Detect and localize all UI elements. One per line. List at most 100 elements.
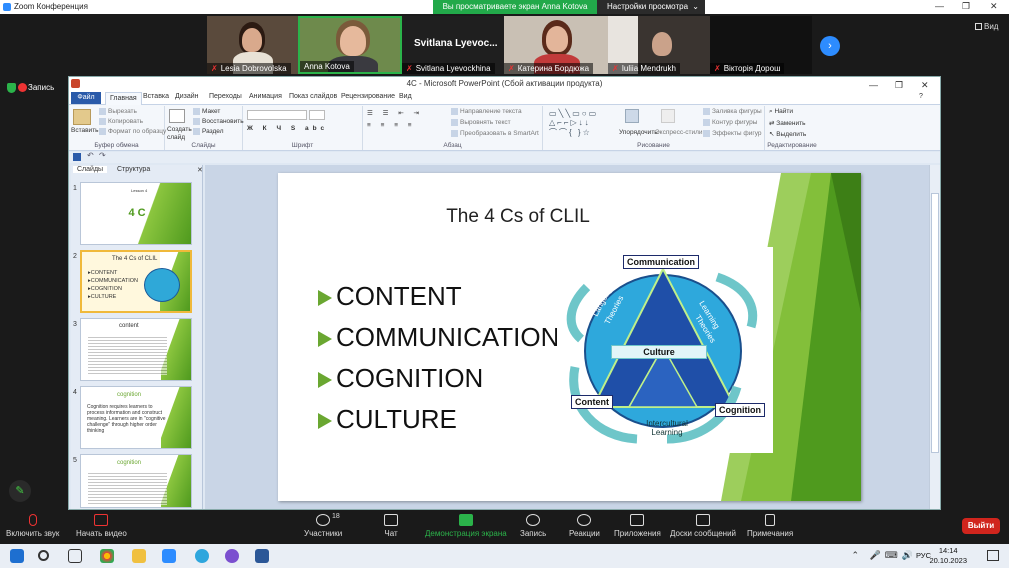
tab-transitions[interactable]: Переходы — [209, 93, 242, 100]
recording-label: Запись — [28, 83, 55, 92]
tab-design[interactable]: Дизайн — [175, 93, 199, 100]
shield-icon[interactable] — [7, 83, 16, 93]
slide-thumbnail[interactable]: Lesson 4 4 C — [80, 182, 192, 245]
list-buttons[interactable]: ☰ ☰ ⇤ ⇥ — [367, 109, 423, 117]
layout-button[interactable]: Макет — [193, 108, 220, 115]
minimize-icon[interactable]: — — [935, 1, 944, 11]
word-icon[interactable] — [255, 549, 269, 563]
zoom-taskbar-icon[interactable] — [162, 549, 176, 563]
copy-button[interactable]: Копировать — [99, 118, 143, 125]
slide-thumbnail[interactable]: cognition — [80, 454, 192, 508]
tab-review[interactable]: Рецензирование — [341, 93, 395, 100]
scroll-thumb[interactable] — [931, 193, 939, 453]
outline-icon — [703, 119, 710, 126]
undo-icon[interactable]: ↶ — [87, 151, 94, 160]
notifications-icon[interactable] — [987, 550, 999, 561]
slide-thumbnail-selected[interactable]: The 4 Cs of CLIL ▸CONTENT ▸COMMUNICATION… — [80, 250, 192, 313]
smartart-button[interactable]: Преобразовать в SmartArt — [451, 130, 539, 137]
help-icon[interactable]: ? — [919, 93, 923, 100]
tab-view[interactable]: Вид — [399, 93, 412, 100]
participant-tile[interactable]: ✗ Катерина Бордюжа — [504, 16, 608, 74]
replace-button[interactable]: ⇄ Заменить — [769, 119, 805, 127]
tab-outline[interactable]: Структура — [113, 166, 154, 173]
annotate-button[interactable]: ✎ — [9, 480, 31, 502]
shapes-gallery[interactable]: ▭╲╲▭○▭ △⌐⌐▷↓↓ ⌒⌒{ }☆ — [549, 109, 598, 138]
redo-icon[interactable]: ↷ — [99, 151, 106, 160]
record-button[interactable]: Запись — [520, 514, 546, 538]
tab-home[interactable]: Главная — [105, 92, 142, 105]
format-painter-button[interactable]: Формат по образцу — [99, 128, 166, 135]
chat-button[interactable]: Чат — [384, 514, 398, 538]
tab-file[interactable]: Файл — [71, 92, 101, 104]
windows-start-icon[interactable] — [10, 549, 24, 563]
reset-button[interactable]: Восстановить — [193, 118, 244, 125]
shape-outline-button[interactable]: Контур фигуры — [703, 119, 757, 126]
section-button[interactable]: Раздел — [193, 128, 223, 135]
notes-button[interactable]: Примечания — [747, 514, 793, 538]
arrow-bullet-icon — [318, 372, 332, 389]
font-name-select[interactable] — [247, 110, 307, 120]
clock[interactable]: 14:14 20.10.2023 — [929, 546, 967, 566]
font-style-buttons[interactable]: Ж К Ч S abc — [247, 125, 328, 132]
start-video-button[interactable]: Начать видео — [76, 514, 127, 538]
share-screen-button[interactable]: Демонстрация экрана — [425, 514, 507, 538]
new-slide-button[interactable]: Создать слайд — [167, 126, 192, 142]
paste-button[interactable]: Вставить — [71, 127, 99, 134]
participants-label: Участники — [304, 529, 343, 538]
shape-fill-button[interactable]: Заливка фигуры — [703, 108, 762, 115]
font-size-select[interactable] — [309, 110, 325, 120]
tab-insert[interactable]: Вставка — [143, 93, 169, 100]
align-text-button[interactable]: Выровнять текст — [451, 119, 511, 126]
view-options-button[interactable]: Настройки просмотра ⌄ — [597, 0, 705, 14]
apps-icon — [630, 514, 645, 526]
cut-button[interactable]: Вырезать — [99, 108, 137, 115]
slide-thumbnail[interactable]: cognition Cognition requires learners to… — [80, 386, 192, 449]
vertical-scrollbar[interactable] — [929, 165, 940, 509]
chrome-icon[interactable] — [100, 549, 114, 563]
quick-access-bar: ↶ ↷ — [69, 151, 940, 163]
pencil-icon: ✎ — [15, 485, 25, 497]
save-icon[interactable] — [73, 153, 81, 161]
participant-tile-active[interactable]: Anna Kotova — [298, 16, 402, 74]
close-icon[interactable]: ✕ — [990, 1, 998, 12]
shape-effects-button[interactable]: Эффекты фигур — [703, 130, 762, 137]
text-direction-button[interactable]: Направление текста — [451, 108, 522, 115]
chevron-up-icon[interactable]: ⌃ — [851, 550, 859, 561]
reactions-button[interactable]: Реакции — [569, 514, 600, 538]
tab-slideshow[interactable]: Показ слайдов — [289, 93, 337, 100]
arrange-button[interactable]: Упорядочить — [619, 129, 658, 136]
unmute-button[interactable]: Включить звук — [6, 514, 59, 538]
group-drawing: ▭╲╲▭○▭ △⌐⌐▷↓↓ ⌒⌒{ }☆ Упорядочить Экспресс-… — [543, 106, 765, 150]
viber-icon[interactable] — [225, 549, 239, 563]
slide-thumbnail[interactable]: content — [80, 318, 192, 381]
folder-icon[interactable] — [132, 549, 146, 563]
maximize-icon[interactable]: ❐ — [962, 1, 970, 12]
participant-tile[interactable]: ✗ Lesia Dobrovolska — [207, 16, 303, 74]
participant-tile[interactable]: ✗ Iuliia Mendrukh — [608, 16, 710, 74]
search-icon[interactable] — [38, 550, 49, 561]
participant-tile[interactable]: Svitlana Lyevoc... ✗ Svitlana Lyevockhina — [402, 16, 504, 74]
view-options-label: Настройки просмотра — [607, 2, 689, 11]
align-buttons[interactable]: ≡ ≡ ≡ ≡ — [367, 122, 416, 129]
whiteboards-button[interactable]: Доски сообщений — [670, 514, 736, 538]
gallery-next-button[interactable]: › — [820, 36, 840, 56]
group-label: Слайды — [191, 142, 216, 149]
select-button[interactable]: ↖ Выделить — [769, 130, 806, 138]
task-view-icon[interactable] — [68, 549, 82, 563]
arrow-bullet-icon — [318, 290, 332, 307]
chat-label: Чат — [384, 529, 398, 538]
participant-tile[interactable]: ✗ Вікторія Дорош — [710, 16, 812, 74]
leave-button[interactable]: Выйти — [962, 518, 1000, 534]
view-switch[interactable]: Вид — [975, 22, 998, 31]
apps-button[interactable]: Приложения — [614, 514, 661, 538]
tab-slides[interactable]: Слайды — [73, 166, 108, 173]
ppt-close-icon[interactable]: ✕ — [921, 78, 929, 92]
quick-styles-button[interactable]: Экспресс-стили — [655, 129, 703, 136]
ppt-minimize-icon[interactable]: — — [869, 78, 878, 92]
find-button[interactable]: ⌕ Найти — [769, 108, 793, 116]
tray-icons[interactable]: 🎤⌨🔊 — [870, 550, 917, 561]
telegram-icon[interactable] — [195, 549, 209, 563]
ppt-maximize-icon[interactable]: ❐ — [895, 78, 903, 92]
current-slide[interactable]: The 4 Cs of CLIL CONTENT COMMUNICATION C… — [278, 173, 861, 501]
tab-animation[interactable]: Анимация — [249, 93, 282, 100]
